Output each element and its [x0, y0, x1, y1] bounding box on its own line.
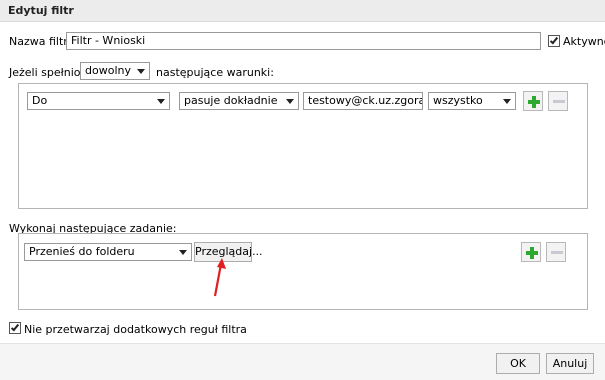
- check-icon: [10, 322, 20, 332]
- chevron-down-icon: [503, 99, 511, 104]
- minus-icon: [551, 251, 563, 254]
- chevron-down-icon: [157, 99, 165, 104]
- cancel-button[interactable]: Anuluj: [546, 353, 594, 374]
- condition-operator-value: pasuje dokładnie: [184, 94, 278, 107]
- ok-button[interactable]: OK: [496, 353, 540, 374]
- condition-operator-select[interactable]: pasuje dokładnie: [179, 92, 299, 110]
- add-condition-button[interactable]: [523, 91, 543, 111]
- condition-scope-select[interactable]: wszystko: [428, 92, 516, 110]
- annotation-arrow-icon: [213, 258, 226, 297]
- condition-field-select[interactable]: Do: [27, 92, 170, 110]
- check-icon: [549, 35, 559, 45]
- chevron-down-icon: [286, 99, 294, 104]
- active-checkbox[interactable]: [548, 35, 560, 47]
- conditions-suffix-label: następujące warunki:: [156, 66, 274, 79]
- dialog-title: Edytuj filtr: [8, 4, 74, 17]
- match-mode-value: dowolny: [85, 64, 131, 77]
- title-bar: Edytuj filtr: [0, 0, 605, 22]
- no-more-rules-label: Nie przetwarzaj dodatkowych reguł filtra: [24, 323, 247, 336]
- remove-action-button[interactable]: [546, 242, 566, 262]
- condition-scope-value: wszystko: [433, 94, 483, 107]
- chevron-down-icon: [179, 250, 187, 255]
- no-more-rules-checkbox[interactable]: [9, 322, 21, 334]
- active-label: Aktywne: [563, 35, 605, 48]
- action-select[interactable]: Przenieś do folderu: [24, 243, 192, 261]
- condition-value-input[interactable]: testowy@ck.uz.zgora.pl: [303, 92, 423, 110]
- remove-condition-button[interactable]: [548, 91, 568, 111]
- match-mode-select[interactable]: dowolny: [80, 62, 150, 80]
- filter-name-input[interactable]: Filtr - Wnioski: [66, 32, 541, 50]
- add-action-button[interactable]: [521, 242, 541, 262]
- minus-icon: [553, 100, 565, 103]
- condition-field-value: Do: [32, 94, 48, 107]
- action-value: Przenieś do folderu: [29, 245, 135, 258]
- chevron-down-icon: [137, 69, 145, 74]
